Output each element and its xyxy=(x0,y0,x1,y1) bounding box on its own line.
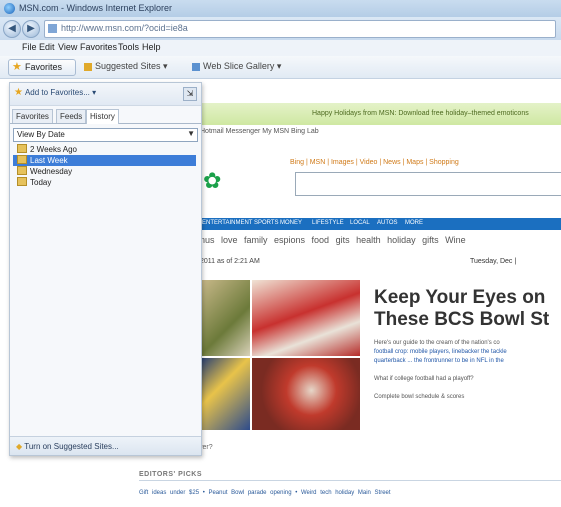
history-item-last-week[interactable]: Last Week xyxy=(13,155,196,166)
history-item-wednesday[interactable]: Wednesday xyxy=(13,166,196,177)
story-link-2[interactable]: Complete bowl schedule & scores xyxy=(374,394,464,400)
add-favorite-star-icon: ★ xyxy=(14,87,23,98)
headline-line-2: These BCS Bowl St xyxy=(374,309,550,330)
msn-top-links[interactable]: Hotmail Messenger My MSN Bing Lab xyxy=(200,128,319,135)
menu-bar: File Edit View Favorites Tools Help xyxy=(0,40,561,57)
story-link-1[interactable]: What if college football had a playoff? xyxy=(374,376,474,382)
suggested-sites-icon: ◆ xyxy=(16,442,23,451)
search-input[interactable] xyxy=(295,172,561,196)
headline[interactable]: Keep Your Eyes on These BCS Bowl St xyxy=(374,287,561,331)
suggested-sites-text: Turn on Suggested Sites... xyxy=(24,442,119,451)
favorites-bar: ★ Favorites Suggested Sites ▾ Web Slice … xyxy=(0,56,561,79)
suggested-sites-button[interactable]: Suggested Sites ▾ xyxy=(84,61,168,72)
story-blurb-3[interactable]: quarterback ... the frontrunner to be in… xyxy=(374,358,504,364)
page-left-margin xyxy=(0,454,130,507)
history-item-2-weeks-ago[interactable]: 2 Weeks Ago xyxy=(13,144,196,155)
editors-picks-heading: EDITORS' PICKS xyxy=(139,471,202,478)
history-item-label: Last Week xyxy=(30,156,68,165)
headline-line-1: Keep Your Eyes on xyxy=(374,287,546,308)
trending-links[interactable]: nus love family espions food gits health… xyxy=(200,235,466,245)
page-icon xyxy=(48,24,57,33)
tab-favorites[interactable]: Favorites xyxy=(12,109,53,123)
pin-panel-icon[interactable]: ⇲ xyxy=(183,87,197,101)
history-item-label: Wednesday xyxy=(30,167,73,176)
nav-lifestyle[interactable]: LIFESTYLE xyxy=(312,220,344,226)
menu-edit[interactable]: Edit xyxy=(39,42,55,52)
tab-history[interactable]: History xyxy=(86,109,119,124)
suggested-sites-link: ◆ Turn on Suggested Sites... xyxy=(16,442,119,451)
nav-autos[interactable]: AUTOS xyxy=(377,220,398,226)
story-blurb-2[interactable]: football crop: mobile players, linebacke… xyxy=(374,349,507,355)
photo-player-2 xyxy=(252,280,360,356)
turn-on-suggested-sites-button[interactable]: ◆ Turn on Suggested Sites... xyxy=(10,436,201,455)
title-bar: MSN.com - Windows Internet Explorer xyxy=(0,0,561,18)
photo-player-1 xyxy=(200,280,250,356)
nav-sports[interactable]: SPORTS xyxy=(254,220,279,226)
folder-icon xyxy=(17,144,27,153)
folder-icon xyxy=(17,155,27,164)
photo-player-4 xyxy=(252,358,360,430)
folder-icon xyxy=(17,177,27,186)
panel-tabs: Favorites Feeds History xyxy=(10,109,201,124)
favorites-button-label: Favorites xyxy=(25,62,63,72)
category-nav: ENTERTAINMENT SPORTS MONEY LIFESTYLE LOC… xyxy=(200,218,561,230)
add-to-favorites-label: Add to Favorites... ▾ xyxy=(24,88,97,97)
favorites-button[interactable]: ★ Favorites xyxy=(8,59,76,76)
add-favorite-icon xyxy=(84,62,92,71)
suggested-sites-label: Suggested Sites ▾ xyxy=(95,61,168,71)
folder-icon xyxy=(17,166,27,175)
nav-entertainment[interactable]: ENTERTAINMENT xyxy=(202,220,252,226)
web-slice-icon xyxy=(192,62,200,71)
favorites-center: ★ Add to Favorites... ▾ ⇲ Favorites Feeds… xyxy=(9,82,202,456)
menu-favorites[interactable]: Favorites xyxy=(80,42,117,52)
story-blurb-1: Here's our guide to the cream of the nat… xyxy=(374,340,500,346)
web-slice-gallery-button[interactable]: Web Slice Gallery ▾ xyxy=(192,61,281,72)
ie-logo-icon xyxy=(4,3,15,14)
story-photos[interactable] xyxy=(200,280,360,430)
panel-header: ★ Add to Favorites... ▾ ⇲ xyxy=(10,83,201,106)
photo-player-3 xyxy=(200,358,250,430)
web-slice-label: Web Slice Gallery ▾ xyxy=(203,61,282,71)
promo-banner[interactable]: Happy Holidays from MSN: Download free h… xyxy=(200,103,561,125)
today-date: Tuesday, Dec | xyxy=(470,258,517,265)
search-type-links[interactable]: Bing | MSN | Images | Video | News | Map… xyxy=(290,159,459,166)
history-item-today[interactable]: Today xyxy=(13,177,196,188)
star-icon: ★ xyxy=(12,61,22,73)
updated-time: 2011 as of 2:21 AM xyxy=(200,258,260,265)
chevron-down-icon: ▼ xyxy=(187,129,195,138)
window-title: MSN.com - Windows Internet Explorer xyxy=(19,3,173,13)
address-bar[interactable]: http://www.msn.com/?ocid=ie8a xyxy=(44,20,556,38)
view-by-value: View By Date xyxy=(17,130,65,139)
nav-more[interactable]: MORE xyxy=(405,220,423,226)
add-to-favorites-button[interactable]: ★ Add to Favorites... ▾ xyxy=(14,87,96,98)
editors-picks-links[interactable]: Gift ideas under $25 • Peanut Bowl parad… xyxy=(139,490,391,496)
menu-tools[interactable]: Tools xyxy=(118,42,139,52)
history-item-label: Today xyxy=(30,178,52,187)
promo-text: Happy Holidays from MSN: Download free h… xyxy=(312,110,529,117)
menu-help[interactable]: Help xyxy=(142,42,161,52)
msn-butterfly-icon[interactable]: ✿ xyxy=(203,168,221,194)
navigation-bar: ◀ ▶ http://www.msn.com/?ocid=ie8a xyxy=(0,17,561,40)
view-by-dropdown[interactable]: View By Date ▼ xyxy=(13,128,198,142)
nav-local[interactable]: LOCAL xyxy=(350,220,370,226)
nav-money[interactable]: MONEY xyxy=(280,220,302,226)
history-item-label: 2 Weeks Ago xyxy=(30,145,77,154)
address-url: http://www.msn.com/?ocid=ie8a xyxy=(61,23,188,33)
editors-picks-divider xyxy=(139,480,561,481)
menu-view[interactable]: View xyxy=(58,42,77,52)
tab-feeds[interactable]: Feeds xyxy=(56,109,87,123)
back-icon[interactable]: ◀ xyxy=(3,20,21,38)
forward-icon[interactable]: ▶ xyxy=(22,20,40,38)
menu-file[interactable]: File xyxy=(22,42,37,52)
